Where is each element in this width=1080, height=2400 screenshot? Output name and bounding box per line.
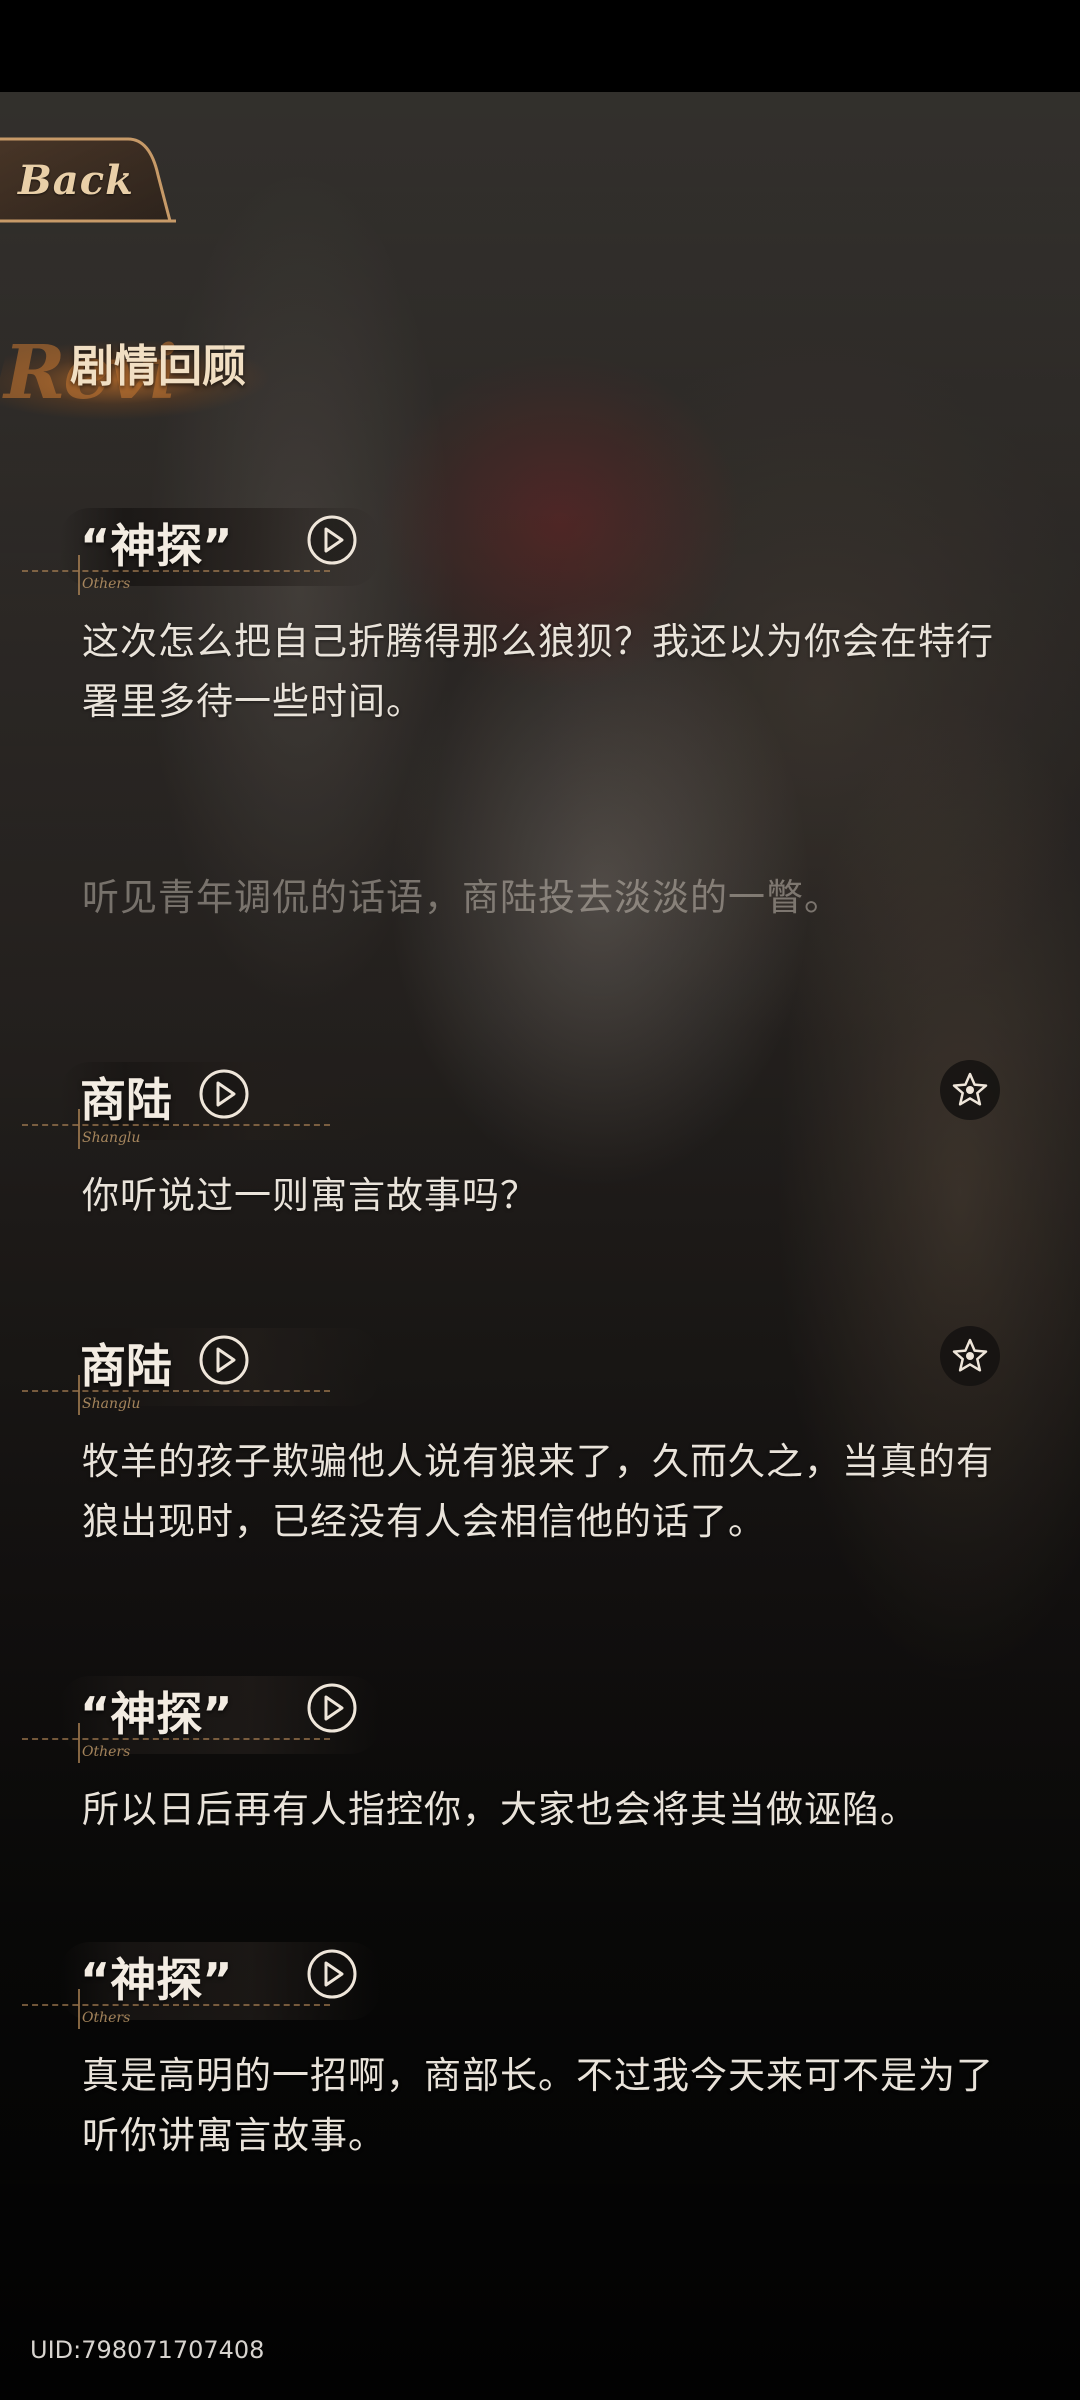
speaker-subtitle: Shanglu: [82, 1130, 141, 1146]
speaker-name: 商陆: [80, 1073, 172, 1127]
play-circle-icon[interactable]: [306, 1682, 358, 1734]
speaker-subtitle: Others: [82, 1744, 131, 1760]
speaker-divider: [22, 1124, 330, 1126]
section-title: 剧情回顾: [70, 341, 246, 392]
play-circle-icon[interactable]: [198, 1334, 250, 1386]
dialogue-entry: 商陆 Shanglu 你听说过一则寓言故事吗？: [0, 1054, 1080, 1217]
star-icon: [952, 1072, 988, 1106]
favorite-button[interactable]: [940, 1326, 1000, 1386]
speaker-name: “神探”: [80, 519, 233, 573]
dialogue-text: 这次怎么把自己折腾得那么狼狈？我还以为你会在特行署里多待一些时间。: [82, 620, 994, 723]
play-circle-icon[interactable]: [306, 514, 358, 566]
speaker-subtitle: Others: [82, 2010, 131, 2026]
favorite-button[interactable]: [940, 1060, 1000, 1120]
dialogue-text: 牧羊的孩子欺骗他人说有狼来了，久而久之，当真的有狼出现时，已经没有人会相信他的话…: [82, 1440, 994, 1543]
dialogue-text: 真是高明的一招啊，商部长。不过我今天来可不是为了听你讲寓言故事。: [82, 2054, 994, 2157]
speaker-name: “神探”: [80, 1953, 233, 2007]
star-icon: [952, 1338, 988, 1372]
section-header: Revi 剧情回顾: [0, 290, 302, 450]
dialogue-entry: “神探” Others 所以日后再有人指控你，大家也会将其当做诬陷。: [0, 1668, 1080, 1831]
back-button[interactable]: Back: [0, 135, 178, 227]
dialogue-text: 你听说过一则寓言故事吗？: [82, 1174, 538, 1217]
narration-text: 听见青年调侃的话语，商陆投去淡淡的一瞥。: [82, 876, 842, 919]
speaker-divider: [22, 1390, 330, 1392]
speaker-name: 商陆: [80, 1339, 172, 1393]
dialogue-entry: “神探” Others 真是高明的一招啊，商部长。不过我今天来可不是为了听你讲寓…: [0, 1934, 1080, 2157]
user-id-label: UID:798071707408: [30, 2336, 265, 2364]
speaker-row: “神探” Others: [0, 500, 1080, 600]
dialogue-text: 所以日后再有人指控你，大家也会将其当做诬陷。: [82, 1788, 918, 1831]
speaker-name: “神探”: [80, 1687, 233, 1741]
speaker-row: 商陆 Shanglu: [0, 1320, 1080, 1420]
speaker-subtitle: Others: [82, 576, 131, 592]
dialogue-entry: 商陆 Shanglu 牧羊的孩子欺骗他人说有狼来了，久而久之，当真的有狼出现时，…: [0, 1320, 1080, 1543]
play-circle-icon[interactable]: [306, 1948, 358, 2000]
speaker-row: “神探” Others: [0, 1934, 1080, 2034]
speaker-subtitle: Shanglu: [82, 1396, 141, 1412]
back-label: Back: [18, 157, 134, 204]
dialogue-entry: “神探” Others 这次怎么把自己折腾得那么狼狈？我还以为你会在特行署里多待…: [0, 500, 1080, 723]
status-bar: [0, 0, 1080, 92]
play-circle-icon[interactable]: [198, 1068, 250, 1120]
speaker-row: “神探” Others: [0, 1668, 1080, 1768]
speaker-row: 商陆 Shanglu: [0, 1054, 1080, 1154]
